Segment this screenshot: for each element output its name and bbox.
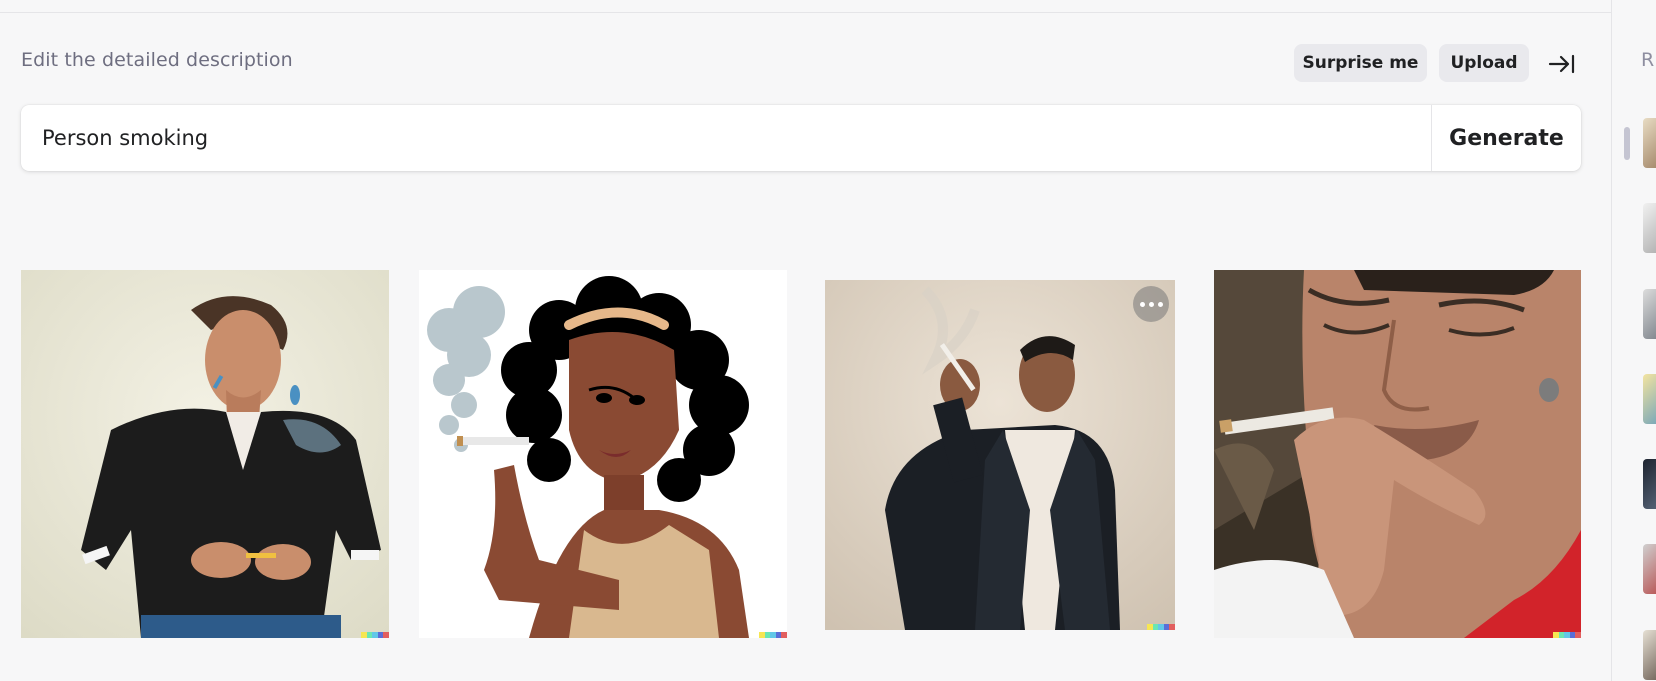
history-thumbnail[interactable]	[1643, 289, 1656, 339]
illustrated-woman-image	[419, 270, 787, 638]
history-thumbnail[interactable]	[1643, 374, 1656, 424]
woman-smoking-photo	[21, 270, 389, 638]
collapse-sidebar-icon[interactable]	[1546, 48, 1578, 80]
signature-mark	[1147, 624, 1175, 630]
history-sidebar: R	[1611, 0, 1656, 681]
prompt-input[interactable]: Person smoking	[42, 105, 1422, 171]
history-thumbnail[interactable]	[1643, 459, 1656, 509]
image-tile-4[interactable]	[1214, 270, 1581, 638]
image-tile-1[interactable]	[21, 270, 389, 638]
upload-button[interactable]: Upload	[1439, 44, 1529, 82]
image-tile-2[interactable]	[419, 270, 787, 638]
more-options-button[interactable]	[1133, 286, 1169, 322]
signature-mark	[759, 632, 787, 638]
prompt-box: Person smoking Generate	[21, 105, 1581, 171]
man-smoking-photo	[825, 280, 1175, 630]
history-thumbnail[interactable]	[1643, 630, 1656, 680]
history-thumbnail[interactable]	[1643, 203, 1656, 253]
sidebar-scrollbar[interactable]	[1624, 127, 1630, 160]
image-tile-3[interactable]	[825, 280, 1175, 630]
signature-mark	[1553, 632, 1581, 638]
editor-area: Edit the detailed description Surprise m…	[0, 0, 1611, 681]
top-divider	[0, 0, 1611, 13]
description-label: Edit the detailed description	[21, 49, 293, 71]
generate-button[interactable]: Generate	[1432, 105, 1581, 171]
surprise-me-button[interactable]: Surprise me	[1294, 44, 1427, 82]
man-closeup-photo	[1214, 270, 1581, 638]
history-thumbnail[interactable]	[1643, 544, 1656, 594]
sidebar-title: R	[1641, 49, 1655, 71]
signature-mark	[361, 632, 389, 638]
history-thumbnail[interactable]	[1643, 118, 1656, 168]
